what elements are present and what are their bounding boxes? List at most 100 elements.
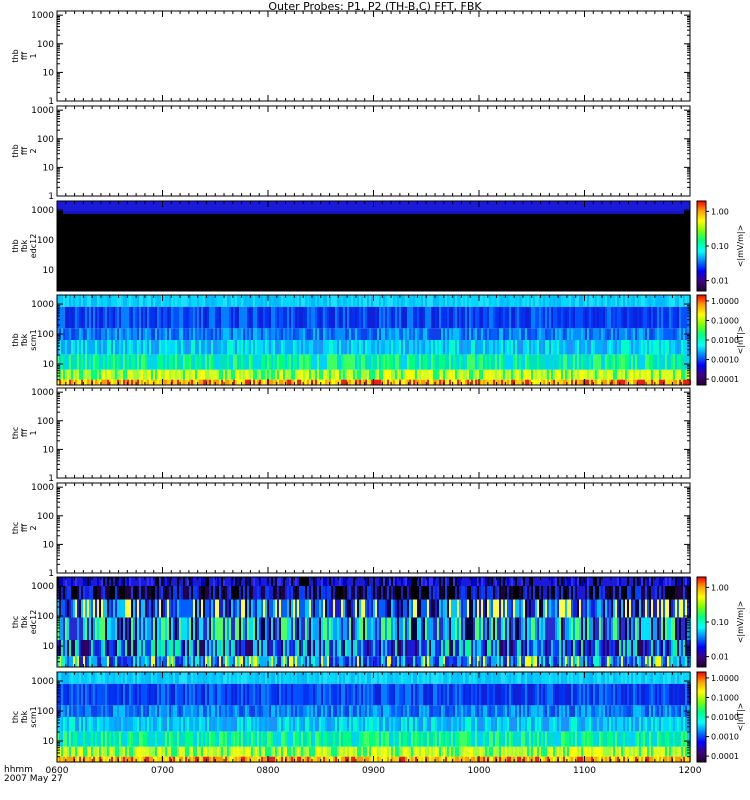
spectrogram-cell xyxy=(449,354,451,370)
spectrogram-cell xyxy=(211,379,213,385)
spectrogram-cell xyxy=(541,369,543,380)
spectrogram-cell xyxy=(645,306,647,329)
spectrogram-cell xyxy=(81,586,83,600)
spectrogram-cell xyxy=(679,354,681,370)
spectrogram-cell xyxy=(381,599,383,618)
spectrogram-cell xyxy=(563,379,565,385)
spectrogram-cell xyxy=(307,369,309,380)
spectrogram-cell xyxy=(655,369,657,380)
spectrogram-cell xyxy=(269,640,271,657)
spectrogram-cell xyxy=(271,354,273,370)
spectrogram-cell xyxy=(281,640,283,657)
spectrogram-cell xyxy=(71,577,73,586)
spectrogram-cell xyxy=(283,369,285,380)
spectrogram-cell xyxy=(317,379,319,385)
spectrogram-cell xyxy=(85,295,87,307)
spectrogram-cell xyxy=(429,599,431,618)
spectrogram-cell xyxy=(313,306,315,329)
spectrogram-cell xyxy=(243,586,245,600)
spectrogram-cell xyxy=(281,379,283,385)
spectrogram-cell xyxy=(239,379,241,385)
spectrogram-cell xyxy=(283,640,285,657)
spectrogram-cell xyxy=(233,617,235,640)
spectrogram-cell xyxy=(493,379,495,385)
spectrogram-cell xyxy=(223,369,225,380)
spectrogram-cell xyxy=(123,617,125,640)
spectrogram-cell xyxy=(405,617,407,640)
spectrogram-cell xyxy=(339,354,341,370)
spectrogram-cell xyxy=(545,354,547,370)
spectrogram-cell xyxy=(411,354,413,370)
spectrogram-cell xyxy=(171,586,173,600)
spectrogram-cell xyxy=(393,340,395,355)
spectrogram-cell xyxy=(473,656,475,667)
spectrogram-cell xyxy=(541,379,543,385)
spectrogram-cell xyxy=(511,354,513,370)
spectrogram-cell xyxy=(673,379,675,385)
spectrogram-cell xyxy=(355,340,357,355)
spectrogram-cell xyxy=(441,306,443,329)
spectrogram-cell xyxy=(481,640,483,657)
spectrogram-cell xyxy=(405,306,407,329)
spectrogram-cell xyxy=(607,379,609,385)
spectrogram-cell xyxy=(261,295,263,307)
spectrogram-cell xyxy=(183,617,185,640)
spectrogram-cell xyxy=(295,586,297,600)
spectrogram-cell xyxy=(277,617,279,640)
spectrogram-cell xyxy=(165,656,167,667)
spectrogram-cell xyxy=(95,369,97,380)
spectrogram-cell xyxy=(509,577,511,586)
spectrogram-cell xyxy=(193,586,195,600)
spectrogram-cell xyxy=(151,306,153,329)
spectrogram-cell xyxy=(403,656,405,667)
spectrogram-cell xyxy=(443,599,445,618)
spectrogram-cell xyxy=(377,354,379,370)
spectrogram-cell xyxy=(625,354,627,370)
spectrogram-cell xyxy=(439,354,441,370)
spectrogram-cell xyxy=(639,328,641,340)
spectrogram-cell xyxy=(501,577,503,586)
spectrogram-cell xyxy=(315,295,317,307)
spectrogram-cell xyxy=(675,340,677,355)
spectrogram-cell xyxy=(597,379,599,385)
spectrogram-cell xyxy=(433,586,435,600)
spectrogram-cell xyxy=(145,354,147,370)
spectrogram-cell xyxy=(403,640,405,657)
spectrogram-cell xyxy=(173,656,175,667)
spectrogram-cell xyxy=(475,577,477,586)
spectrogram-cell xyxy=(515,640,517,657)
panel-frame xyxy=(56,105,691,197)
spectrogram-cell xyxy=(453,656,455,667)
spectrogram-cell xyxy=(537,640,539,657)
spectrogram-cell xyxy=(289,340,291,355)
spectrogram-cell xyxy=(413,306,415,329)
spectrogram-cell xyxy=(161,586,163,600)
spectrogram-cell xyxy=(573,295,575,307)
spectrogram-cell xyxy=(679,295,681,307)
spectrogram-cell xyxy=(249,328,251,340)
spectrogram-cell xyxy=(489,369,491,380)
spectrogram-cell xyxy=(379,617,381,640)
spectrogram-cell xyxy=(519,617,521,640)
spectrogram-cell xyxy=(507,577,509,586)
spectrogram-cell xyxy=(269,306,271,329)
spectrogram-cell xyxy=(351,640,353,657)
spectrogram-cell xyxy=(299,354,301,370)
spectrogram-cell xyxy=(655,354,657,370)
spectrogram-cell xyxy=(199,586,201,600)
spectrogram-cell xyxy=(545,340,547,355)
spectrogram-cell xyxy=(199,577,201,586)
spectrogram-cell xyxy=(89,617,91,640)
spectrogram-cell xyxy=(529,599,531,618)
colorbar: 0.00010.00100.01000.10001.0000<|nT|> xyxy=(696,294,745,386)
spectrogram-cell xyxy=(67,577,69,586)
spectrogram-cell xyxy=(365,306,367,329)
spectrogram-cell xyxy=(99,354,101,370)
spectrogram-cell xyxy=(61,656,63,667)
spectrogram-cell xyxy=(371,586,373,600)
spectrogram-cell xyxy=(463,577,465,586)
spectrogram-cell xyxy=(547,306,549,329)
spectrogram-cell xyxy=(191,656,193,667)
spectrogram-cell xyxy=(327,340,329,355)
spectrogram-cell xyxy=(181,379,183,385)
